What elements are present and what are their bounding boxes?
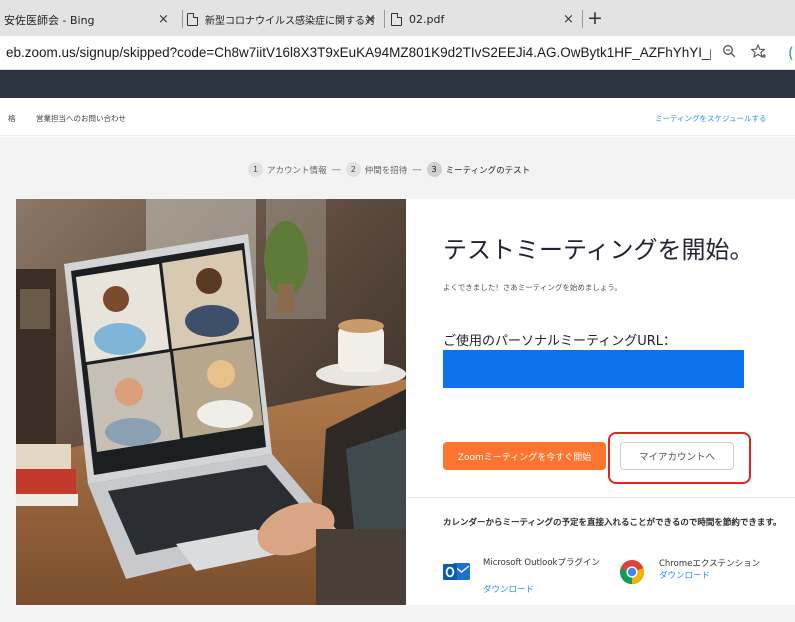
doc-icon xyxy=(391,13,402,26)
laptop-video-call-illustration xyxy=(16,199,406,605)
tab-title: 安佐医師会 - Bing xyxy=(4,13,95,27)
step-number: 2 xyxy=(345,162,361,177)
step-separator: ---- xyxy=(412,164,421,175)
nav-link-contact-sales[interactable]: 営業担当へのお問い合わせ xyxy=(36,113,126,124)
step-3: 3 ミーティングのテスト xyxy=(426,162,531,177)
my-account-button[interactable]: マイアカウントへ xyxy=(620,442,734,470)
tab-divider xyxy=(384,10,385,28)
signup-steps: 1 アカウント情報 ---- 2 仲間を招待 ---- 3 ミーティングのテスト xyxy=(248,162,535,177)
step-label: 仲間を招待 xyxy=(364,165,408,176)
tab-divider xyxy=(182,10,183,28)
step-label: アカウント情報 xyxy=(267,165,327,176)
personal-meeting-url-label: ご使用のパーソナルミーティングURL： xyxy=(443,334,677,349)
tab-title: 02.pdf xyxy=(409,13,445,26)
start-zoom-meeting-button[interactable]: Zoomミーティングを今すぐ開始 xyxy=(443,442,606,470)
address-bar: eb.zoom.us/signup/skipped?code=Ch8w7iitV… xyxy=(0,36,795,70)
step-number: 3 xyxy=(426,162,442,177)
zoom-top-nav: 格 営業担当へのお問い合わせ ミーティングをスケジュールする xyxy=(0,98,795,136)
chrome-download-link[interactable]: ダウンロード xyxy=(659,569,710,581)
hero-image xyxy=(16,199,406,605)
chrome-icon xyxy=(619,559,645,585)
favorite-icon[interactable] xyxy=(750,43,767,63)
zoom-in-icon[interactable] xyxy=(722,44,736,62)
tab-close-icon[interactable]: × xyxy=(365,12,376,27)
section-divider xyxy=(406,497,795,498)
step-label: ミーティングのテスト xyxy=(445,165,531,176)
browser-tab-pdf[interactable]: 02.pdf × xyxy=(391,3,581,36)
extension-icon[interactable]: ( xyxy=(788,44,794,62)
tab-title: 新型コロナウイルス感染症に関する対 xyxy=(205,16,375,27)
personal-meeting-url-redacted[interactable] xyxy=(443,350,744,388)
success-message: よくできました！さあミーティングを始めましょう。 xyxy=(443,283,622,292)
browser-tab-bar: 安佐医師会 - Bing × 新型コロナウイルス感染症に関する対 × 02.pd… xyxy=(0,0,795,36)
calendar-plugin-description: カレンダーからミーティングの予定を直接入れることができるので時間を節約できます。 xyxy=(443,518,782,528)
nav-link-schedule-meeting[interactable]: ミーティングをスケジュールする xyxy=(655,113,767,124)
doc-icon xyxy=(187,13,198,26)
outlook-download-link[interactable]: ダウンロード xyxy=(483,583,534,595)
outlook-icon xyxy=(443,561,471,583)
step-2: 2 仲間を招待 xyxy=(345,162,408,177)
step-number: 1 xyxy=(248,162,263,177)
step-separator: ---- xyxy=(331,164,341,175)
browser-tab-bing[interactable]: 安佐医師会 - Bing × xyxy=(0,3,178,36)
browser-tab-covid[interactable]: 新型コロナウイルス感染症に関する対 × xyxy=(187,3,380,36)
tab-close-icon[interactable]: × xyxy=(563,12,574,27)
tab-close-icon[interactable]: × xyxy=(158,12,169,27)
outlook-plugin-title: Microsoft Outlookプラグイン xyxy=(483,558,600,568)
url-field[interactable]: eb.zoom.us/signup/skipped?code=Ch8w7iitV… xyxy=(6,45,711,60)
chrome-extension-title: Chromeエクステンション xyxy=(659,559,761,569)
bookmark-bar xyxy=(0,70,795,98)
new-tab-button[interactable]: + xyxy=(587,7,603,29)
page-title: テストミーティングを開始。 xyxy=(443,236,754,264)
step-1: 1 アカウント情報 xyxy=(248,162,327,177)
tab-divider xyxy=(582,10,583,28)
nav-link-pricing[interactable]: 格 xyxy=(8,113,16,124)
